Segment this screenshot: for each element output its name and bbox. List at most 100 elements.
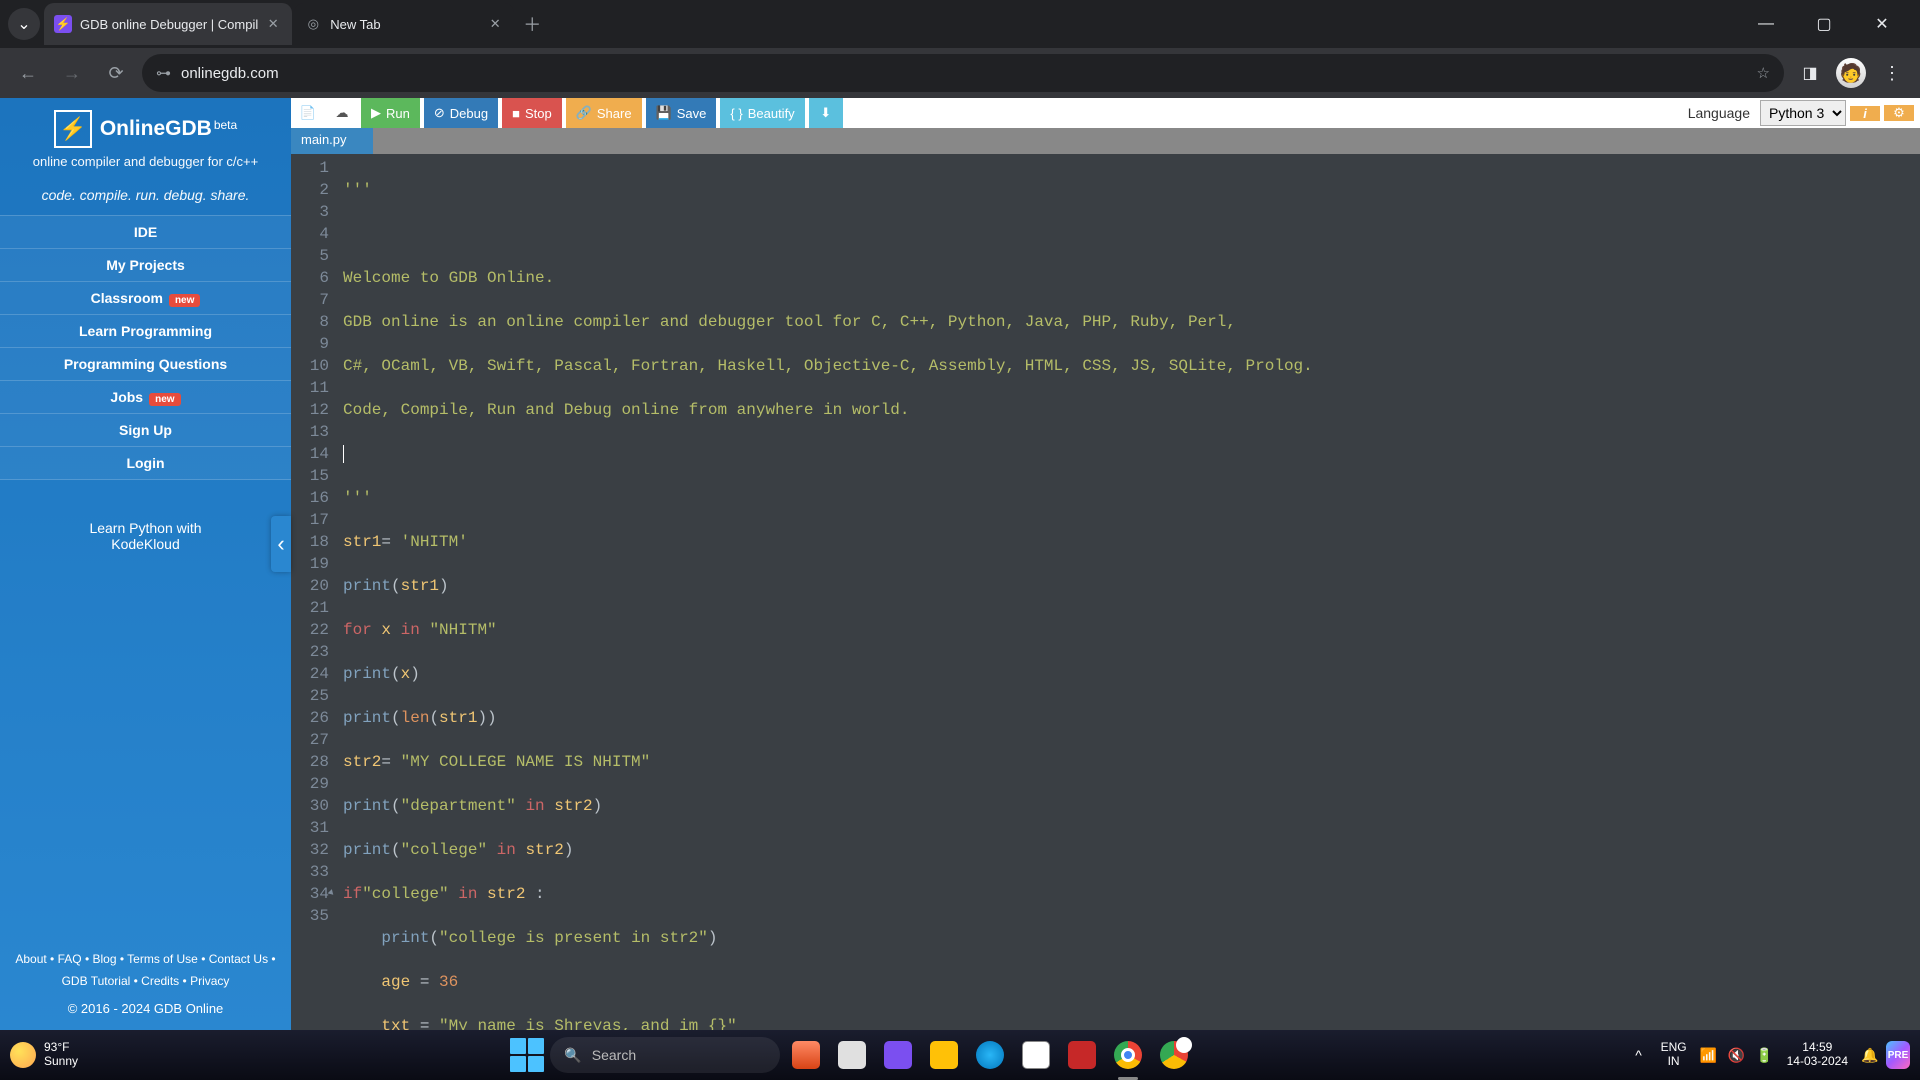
chrome-profile-icon[interactable]: [1154, 1035, 1194, 1075]
save-button[interactable]: 💾Save: [646, 98, 717, 128]
new-file-button[interactable]: 📄: [293, 98, 323, 128]
beautify-button[interactable]: { }Beautify: [720, 98, 804, 128]
chat-icon[interactable]: [878, 1035, 918, 1075]
share-button[interactable]: 🔗Share: [566, 98, 642, 128]
logo-tagline: code. compile. run. debug. share.: [0, 175, 291, 215]
footer-link-credits[interactable]: Credits: [141, 974, 179, 988]
task-view-icon[interactable]: [832, 1035, 872, 1075]
browser-toolbar: ← → ⟳ ⊶ onlinegdb.com ☆ ◨ 🧑 ⋮: [0, 48, 1920, 98]
sidebar-item-learn[interactable]: Learn Programming: [0, 314, 291, 347]
site-settings-icon[interactable]: ⊶: [156, 64, 171, 82]
footer-link-blog[interactable]: Blog: [92, 952, 116, 966]
wifi-icon[interactable]: 📶: [1697, 1039, 1721, 1071]
info-button[interactable]: i: [1850, 106, 1880, 121]
button-label: Run: [386, 106, 410, 121]
sidebar-item-signup[interactable]: Sign Up: [0, 413, 291, 446]
footer-link-tutorial[interactable]: GDB Tutorial: [62, 974, 131, 988]
sidebar-item-classroom[interactable]: Classroomnew: [0, 281, 291, 314]
tab-title: New Tab: [330, 17, 480, 32]
logo: ⚡ OnlineGDBbeta online compiler and debu…: [0, 98, 291, 175]
sidebar-nav: IDE My Projects Classroomnew Learn Progr…: [0, 215, 291, 480]
footer-link-about[interactable]: About: [15, 952, 46, 966]
profile-avatar[interactable]: 🧑: [1836, 58, 1866, 88]
new-tab-button[interactable]: ＋: [516, 8, 548, 40]
forward-button[interactable]: →: [54, 55, 90, 91]
close-button[interactable]: ✕: [1862, 6, 1902, 42]
chrome-icon[interactable]: [1108, 1035, 1148, 1075]
notifications-icon[interactable]: 🔔: [1858, 1039, 1882, 1071]
address-bar[interactable]: ⊶ onlinegdb.com ☆: [142, 54, 1784, 92]
edge-icon[interactable]: [970, 1035, 1010, 1075]
sidebar-footer: About • FAQ • Blog • Terms of Use • Cont…: [0, 939, 291, 1030]
copilot-icon[interactable]: PRE: [1886, 1039, 1910, 1071]
store-icon[interactable]: [1016, 1035, 1056, 1075]
run-button[interactable]: ▶Run: [361, 98, 420, 128]
taskbar-app[interactable]: [786, 1035, 826, 1075]
sidebar-item-jobs[interactable]: Jobsnew: [0, 380, 291, 413]
file-tabs: main.py: [291, 128, 1920, 154]
reload-button[interactable]: ⟳: [98, 55, 134, 91]
sidebar: ⚡ OnlineGDBbeta online compiler and debu…: [0, 98, 291, 1030]
url-text: onlinegdb.com: [181, 65, 1757, 82]
share-icon: 🔗: [576, 105, 592, 121]
tab-onlinegdb[interactable]: ⚡ GDB online Debugger | Compil ✕: [44, 3, 292, 45]
sidebar-item-label: Classroom: [91, 290, 163, 306]
file-tab-main[interactable]: main.py: [291, 128, 373, 154]
tab-search-dropdown[interactable]: ⌄: [8, 8, 40, 40]
footer-link-contact[interactable]: Contact Us: [209, 952, 268, 966]
upload-button[interactable]: ☁: [327, 98, 357, 128]
beta-badge: beta: [214, 118, 237, 132]
button-label: Stop: [525, 106, 552, 121]
chrome-menu-icon[interactable]: ⋮: [1874, 55, 1910, 91]
settings-button[interactable]: ⚙: [1884, 105, 1914, 121]
footer-link-faq[interactable]: FAQ: [58, 952, 82, 966]
close-icon[interactable]: ✕: [486, 15, 504, 33]
code-editor[interactable]: 1234567891011121314151617181920212223242…: [291, 154, 1920, 1030]
sidebar-item-label: Jobs: [110, 389, 143, 405]
stop-button[interactable]: ■Stop: [502, 98, 562, 128]
language-select[interactable]: Python 3: [1760, 100, 1846, 126]
sidebar-item-ide[interactable]: IDE: [0, 215, 291, 248]
new-badge: new: [149, 393, 180, 406]
browser-tab-strip: ⌄ ⚡ GDB online Debugger | Compil ✕ ◎ New…: [0, 0, 1920, 48]
bug-icon: ⊘: [434, 105, 445, 121]
save-icon: 💾: [656, 105, 672, 121]
volume-icon[interactable]: 🔇: [1725, 1039, 1749, 1071]
debug-button[interactable]: ⊘Debug: [424, 98, 498, 128]
taskbar-search[interactable]: 🔍Search: [550, 1037, 780, 1073]
minimize-button[interactable]: —: [1746, 6, 1786, 42]
sidebar-item-questions[interactable]: Programming Questions: [0, 347, 291, 380]
side-panel-icon[interactable]: ◨: [1792, 55, 1828, 91]
clock[interactable]: 14:5914-03-2024: [1781, 1041, 1854, 1069]
weather-widget[interactable]: 93°F Sunny: [10, 1041, 78, 1069]
weather-temp: 93°F: [44, 1041, 78, 1055]
windows-taskbar: 93°F Sunny 🔍Search ^ ENGIN 📶 🔇 🔋 14:5914…: [0, 1030, 1920, 1080]
input-language[interactable]: ENGIN: [1655, 1041, 1693, 1069]
back-button[interactable]: ←: [10, 55, 46, 91]
tab-newtab[interactable]: ◎ New Tab ✕: [294, 3, 514, 45]
logo-mark: ⚡: [54, 110, 92, 148]
bookmark-icon[interactable]: ☆: [1757, 64, 1770, 82]
code-content[interactable]: ''' Welcome to GDB Online. GDB online is…: [337, 154, 1920, 1030]
footer-link-terms[interactable]: Terms of Use: [127, 952, 198, 966]
close-icon[interactable]: ✕: [264, 15, 282, 33]
start-menu-button[interactable]: [510, 1038, 544, 1072]
sidebar-item-projects[interactable]: My Projects: [0, 248, 291, 281]
search-icon: 🔍: [564, 1047, 581, 1064]
download-button[interactable]: ⬇: [809, 98, 843, 128]
battery-icon[interactable]: 🔋: [1753, 1039, 1777, 1071]
tab-title: GDB online Debugger | Compil: [80, 17, 258, 32]
chrome-icon: ◎: [304, 15, 322, 33]
footer-link-privacy[interactable]: Privacy: [190, 974, 229, 988]
gear-icon: ⚙: [1893, 105, 1905, 121]
maximize-button[interactable]: ▢: [1804, 6, 1844, 42]
explorer-icon[interactable]: [924, 1035, 964, 1075]
line-gutter: 1234567891011121314151617181920212223242…: [291, 154, 337, 1030]
sidebar-collapse-handle[interactable]: ‹: [271, 516, 291, 572]
sidebar-item-login[interactable]: Login: [0, 446, 291, 480]
mcafee-icon[interactable]: [1062, 1035, 1102, 1075]
upload-icon: ☁: [336, 105, 349, 121]
tray-chevron-icon[interactable]: ^: [1627, 1039, 1651, 1071]
promo-panel[interactable]: Learn Python with KodeKloud ‹: [0, 480, 291, 552]
weather-cond: Sunny: [44, 1055, 78, 1069]
